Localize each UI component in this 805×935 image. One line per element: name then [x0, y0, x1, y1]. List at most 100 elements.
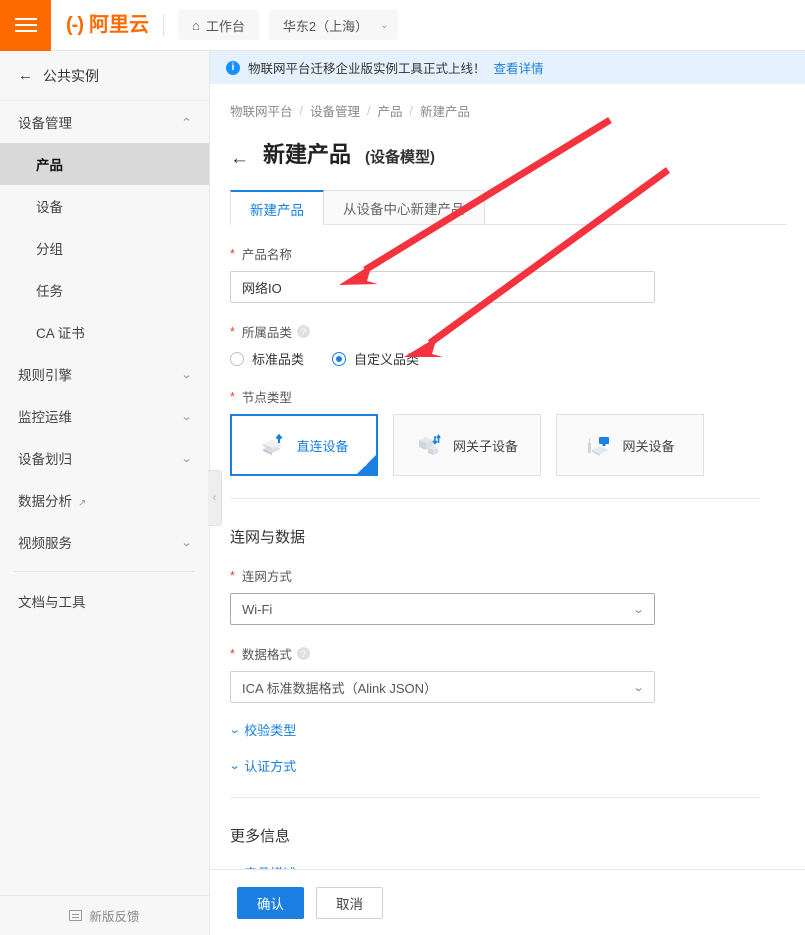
sidebar-item-ca-certificates[interactable]: CA 证书	[0, 311, 209, 353]
breadcrumb-item-device-management[interactable]: 设备管理	[310, 101, 360, 120]
sidebar-back-public-instance[interactable]: ← 公共实例	[0, 51, 209, 101]
arrow-left-icon: ←	[18, 67, 33, 84]
breadcrumb-item-iot-platform[interactable]: 物联网平台	[230, 101, 293, 120]
sidebar-group-data-analysis[interactable]: 数据分析↗	[0, 479, 209, 521]
sidebar-feedback-button[interactable]: 新版反馈	[0, 895, 209, 935]
data-format-value: ICA 标准数据格式（Alink JSON）	[242, 678, 437, 697]
field-node-type: * 节点类型 直连设备	[230, 387, 785, 476]
confirm-button-label: 确认	[257, 893, 284, 913]
home-icon: ⌂	[192, 18, 200, 33]
aliyun-logo-mark: (-)	[66, 15, 83, 35]
field-category: * 所属品类 ? 标准品类 自定义品类	[230, 322, 785, 368]
selected-check-icon	[357, 455, 376, 474]
sidebar-item-label: CA 证书	[36, 322, 85, 342]
chevron-down-icon: ⌄	[180, 452, 192, 465]
field-label-category: * 所属品类 ?	[230, 322, 785, 341]
breadcrumb-separator: /	[410, 104, 413, 118]
sidebar-item-tasks[interactable]: 任务	[0, 269, 209, 311]
tab-label: 新建产品	[250, 199, 304, 219]
sidebar-item-devices[interactable]: 设备	[0, 185, 209, 227]
field-network-type: * 连网方式 Wi-Fi ⌄	[230, 566, 785, 625]
collapsible-verify-type[interactable]: ⌄ 校验类型	[230, 720, 785, 739]
network-type-select[interactable]: Wi-Fi ⌄	[230, 593, 655, 625]
sidebar-group-device-assignment[interactable]: 设备划归 ⌄	[0, 437, 209, 479]
sidebar: ← 公共实例 设备管理 ⌃ 产品 设备 分组 任务 CA 证书 规则引擎 ⌄ 监…	[0, 51, 210, 935]
notification-link[interactable]: 查看详情	[494, 58, 544, 77]
data-format-select[interactable]: ICA 标准数据格式（Alink JSON） ⌄	[230, 671, 655, 703]
help-icon[interactable]: ?	[297, 325, 310, 338]
aliyun-logo[interactable]: (-) 阿里云	[66, 15, 149, 35]
node-card-gateway-device[interactable]: 网关设备	[556, 414, 704, 476]
sidebar-group-label: 设备划归	[18, 448, 72, 468]
tab-new-product[interactable]: 新建产品	[230, 190, 324, 225]
collapsible-auth-method[interactable]: ⌄ 认证方式	[230, 756, 785, 775]
main-content: i 物联网平台迁移企业版实例工具正式上线！ 查看详情 物联网平台 / 设备管理 …	[210, 51, 805, 935]
field-product-name: * 产品名称	[230, 244, 785, 303]
chevron-down-icon: ⌄	[632, 603, 645, 616]
label-text: 所属品类	[242, 322, 292, 341]
label-text: 连网方式	[242, 566, 292, 585]
cancel-button[interactable]: 取消	[316, 887, 383, 919]
tab-label: 从设备中心新建产品	[343, 198, 465, 218]
radio-standard-category[interactable]: 标准品类	[230, 349, 304, 368]
field-label-node-type: * 节点类型	[230, 387, 785, 406]
node-card-label: 网关子设备	[453, 436, 518, 455]
chevron-up-icon: ⌃	[180, 116, 192, 129]
aliyun-logo-text: 阿里云	[89, 15, 149, 35]
help-icon[interactable]: ?	[297, 647, 310, 660]
collapsible-label: 认证方式	[244, 756, 296, 775]
sidebar-group-label: 规则引擎	[18, 364, 72, 384]
sidebar-feedback-label: 新版反馈	[89, 906, 139, 925]
hamburger-icon[interactable]	[0, 0, 51, 51]
gateway-device-icon	[585, 432, 613, 458]
node-card-label: 直连设备	[296, 436, 348, 455]
product-name-input[interactable]	[230, 271, 655, 303]
new-product-form: * 产品名称 * 所属品类 ? 标准品类 自定义品类	[210, 244, 785, 882]
breadcrumb-separator: /	[367, 104, 370, 118]
sidebar-back-label: 公共实例	[43, 66, 99, 86]
field-label-product-name: * 产品名称	[230, 244, 785, 263]
radio-custom-category[interactable]: 自定义品类	[332, 349, 419, 368]
field-label-network-type: * 连网方式	[230, 566, 785, 585]
chevron-down-icon: ⌄	[180, 536, 192, 549]
category-radio-group: 标准品类 自定义品类	[230, 349, 785, 368]
sidebar-group-video-service[interactable]: 视频服务 ⌄	[0, 521, 209, 563]
chevron-down-icon: ⌄	[229, 723, 241, 736]
section-divider	[230, 797, 760, 798]
workbench-button[interactable]: ⌂ 工作台	[178, 10, 259, 40]
confirm-button[interactable]: 确认	[237, 887, 304, 919]
breadcrumb-item-products[interactable]: 产品	[378, 101, 403, 120]
chevron-down-icon: ⌄	[380, 20, 388, 31]
required-marker: *	[230, 569, 235, 583]
region-label: 华东2（上海）	[283, 16, 368, 35]
sidebar-group-label: 数据分析	[18, 494, 72, 509]
sidebar-collapse-handle[interactable]: ‹	[208, 470, 222, 526]
required-marker: *	[230, 647, 235, 661]
sidebar-item-groups[interactable]: 分组	[0, 227, 209, 269]
sidebar-divider	[14, 571, 195, 572]
direct-device-icon	[259, 432, 287, 458]
section-divider	[230, 498, 760, 499]
radio-dot-icon	[332, 352, 346, 366]
sidebar-group-label: 监控运维	[18, 406, 72, 426]
sidebar-item-label: 设备	[36, 196, 63, 216]
workbench-label: 工作台	[206, 16, 245, 35]
sidebar-group-monitoring[interactable]: 监控运维 ⌄	[0, 395, 209, 437]
sub-device-icon	[416, 432, 444, 458]
sidebar-group-rules-engine[interactable]: 规则引擎 ⌄	[0, 353, 209, 395]
tab-new-product-from-device-center[interactable]: 从设备中心新建产品	[323, 190, 485, 224]
radio-label: 自定义品类	[354, 349, 419, 368]
node-card-direct-device[interactable]: 直连设备	[230, 414, 378, 476]
network-type-value: Wi-Fi	[242, 602, 272, 617]
chevron-left-icon: ‹	[213, 492, 217, 504]
sidebar-item-label: 任务	[36, 280, 63, 300]
node-card-sub-device[interactable]: 网关子设备	[393, 414, 541, 476]
sidebar-item-docs-and-tools[interactable]: 文档与工具	[0, 580, 209, 622]
required-marker: *	[230, 325, 235, 339]
sidebar-group-device-management[interactable]: 设备管理 ⌃	[0, 101, 209, 143]
section-title-more-info: 更多信息	[230, 825, 785, 846]
page-back-icon[interactable]: ←	[230, 149, 249, 168]
region-selector[interactable]: 华东2（上海） ⌄	[269, 10, 399, 40]
sidebar-item-products[interactable]: 产品	[0, 143, 209, 185]
sidebar-group-label: 设备管理	[18, 112, 72, 132]
